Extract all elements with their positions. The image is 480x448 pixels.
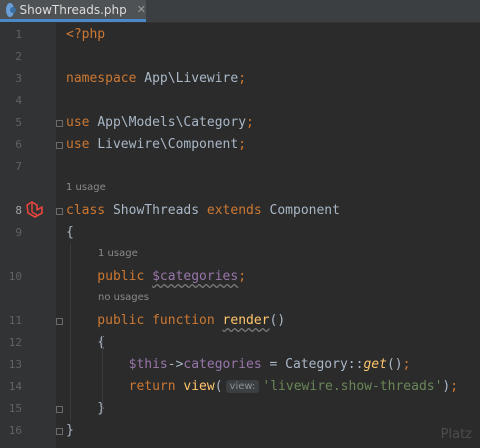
line-number: 4 <box>15 94 22 107</box>
code-token: () <box>269 313 286 328</box>
code-token: ; <box>238 71 247 86</box>
code-line[interactable]: public function render() <box>66 313 285 329</box>
watermark: Platz <box>440 427 472 442</box>
line-number: 13 <box>8 358 22 371</box>
code-line[interactable]: $this->categories = Category::get(); <box>66 357 411 373</box>
line-number: 8 <box>15 204 22 217</box>
code-token: } <box>66 423 74 438</box>
code-token: ; <box>238 137 247 152</box>
line-number: 14 <box>8 380 22 393</box>
code-token: use <box>66 137 98 152</box>
tab-showthreads[interactable]: ShowThreads.php ✕ <box>0 0 146 22</box>
line-number: 3 <box>15 72 22 85</box>
code-token: return <box>66 379 184 394</box>
code-token: categories <box>183 357 262 372</box>
code-line[interactable]: return view(view:'livewire.show-threads'… <box>66 379 458 395</box>
code-token: Component <box>269 203 340 218</box>
code-token: public <box>66 269 153 284</box>
code-token: extends <box>206 203 270 218</box>
line-number: 9 <box>15 226 22 239</box>
code-line[interactable]: use App\Models\Category; <box>66 115 254 131</box>
code-token: Category <box>285 357 348 372</box>
line-number: 5 <box>15 116 22 129</box>
code-line[interactable]: { <box>66 335 105 351</box>
code-line[interactable]: } <box>66 401 105 417</box>
code-token: render <box>222 313 270 328</box>
line-number: 6 <box>15 138 22 151</box>
php-file-icon <box>6 2 16 17</box>
close-icon[interactable]: ✕ <box>137 3 146 16</box>
fold-marker-icon[interactable] <box>56 406 63 413</box>
code-token: :: <box>347 357 364 372</box>
code-token: namespace <box>66 71 145 86</box>
line-number: 2 <box>15 50 22 63</box>
code-token: App\Models\Category <box>97 115 247 130</box>
code-token: ; <box>402 357 411 372</box>
code-token: public function <box>66 313 223 328</box>
indent-guide <box>70 243 71 421</box>
code-line[interactable]: class ShowThreads extends Component <box>66 203 340 219</box>
laravel-icon[interactable] <box>25 201 45 219</box>
code-token: ( <box>214 379 223 394</box>
method-usage-hint[interactable]: no usages <box>98 292 149 303</box>
editor-tab-bar: ShowThreads.php ✕ <box>0 0 480 23</box>
line-number: 11 <box>8 314 22 327</box>
code-token: { <box>66 335 106 350</box>
code-token: 'livewire.show-threads' <box>262 379 443 394</box>
fold-marker-icon[interactable] <box>56 318 63 325</box>
code-line[interactable]: <?php <box>66 27 105 43</box>
fold-marker-icon[interactable] <box>56 142 63 149</box>
code-token: App\Livewire <box>144 71 239 86</box>
line-number: 16 <box>8 424 22 437</box>
code-token: <?php <box>66 27 106 42</box>
code-line[interactable]: use Livewire\Component; <box>66 137 246 153</box>
code-token: ; <box>238 269 247 284</box>
code-line[interactable]: { <box>66 225 74 241</box>
code-token: $this <box>66 357 168 372</box>
fold-marker-icon[interactable] <box>56 428 63 435</box>
fold-marker-icon[interactable] <box>56 120 63 127</box>
code-token: ; <box>450 379 459 394</box>
line-number: 12 <box>8 336 22 349</box>
line-number: 10 <box>8 270 22 283</box>
code-token: use <box>66 115 98 130</box>
code-token: () <box>386 357 403 372</box>
code-token: = <box>261 357 286 372</box>
code-token: Livewire\Component <box>97 137 239 152</box>
indent-guide <box>102 335 103 413</box>
line-number: 15 <box>8 402 22 415</box>
code-line[interactable]: public $categories; <box>66 269 246 285</box>
line-number: 7 <box>15 160 22 173</box>
code-line[interactable]: } <box>66 423 74 439</box>
code-token: get <box>363 357 387 372</box>
tab-label: ShowThreads.php <box>19 2 127 17</box>
code-token: ShowThreads <box>112 203 207 218</box>
property-usage-hint[interactable]: 1 usage <box>98 248 138 259</box>
class-usage-hint[interactable]: 1 usage <box>66 182 106 193</box>
code-token: } <box>66 401 106 416</box>
parameter-hint: view: <box>225 380 260 393</box>
code-token: class <box>66 203 113 218</box>
code-token: -> <box>167 357 184 372</box>
code-token: ; <box>246 115 254 130</box>
code-token: $categories <box>152 269 239 284</box>
fold-marker-icon[interactable] <box>56 208 63 215</box>
code-line[interactable]: namespace App\Livewire; <box>66 71 246 87</box>
code-token: { <box>66 225 74 240</box>
code-token: view <box>183 379 215 394</box>
line-number: 1 <box>15 28 22 41</box>
